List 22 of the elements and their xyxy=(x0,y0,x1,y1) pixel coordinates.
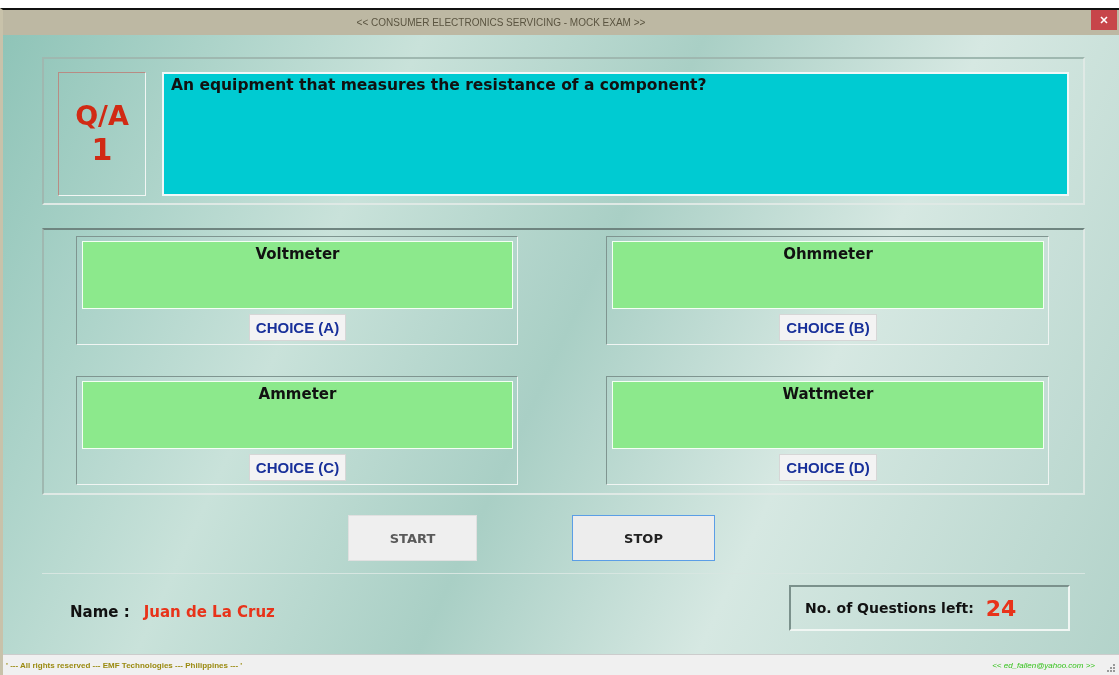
choice-button[interactable]: CHOICE (D) xyxy=(779,454,877,481)
window-title: << CONSUMER ELECTRONICS SERVICING - MOCK EXAM >> xyxy=(356,17,646,28)
choice-button[interactable]: CHOICE (A) xyxy=(248,314,347,341)
copyright-text: ' --- All rights reserved --- EMF Technologies --- Philippines --- ' xyxy=(6,660,243,670)
close-icon xyxy=(1100,16,1108,24)
answer-text: Voltmeter xyxy=(82,241,513,309)
action-button[interactable]: STOP xyxy=(572,515,715,561)
answer-text: Wattmeter xyxy=(612,381,1044,449)
question-number: 1 xyxy=(91,132,113,168)
qa-label: Q/A xyxy=(75,100,129,132)
email-text: << ed_fallen@yahoo.com >> xyxy=(992,660,1095,670)
name-label: Name : xyxy=(70,603,130,621)
answer-text: Ohmmeter xyxy=(612,241,1044,309)
answer-text: Ammeter xyxy=(82,381,513,449)
questions-left-label: No. of Questions left: xyxy=(805,600,974,616)
close-button[interactable] xyxy=(1091,10,1117,30)
question-text: An equipment that measures the resistance of a component? xyxy=(162,72,1069,196)
choice-button[interactable]: CHOICE (C) xyxy=(248,454,347,481)
name-value: Juan de La Cruz xyxy=(143,603,275,621)
choice-button[interactable]: CHOICE (B) xyxy=(779,314,877,341)
resize-grip-icon[interactable] xyxy=(1107,664,1115,672)
questions-left-count: 24 xyxy=(985,595,1017,621)
